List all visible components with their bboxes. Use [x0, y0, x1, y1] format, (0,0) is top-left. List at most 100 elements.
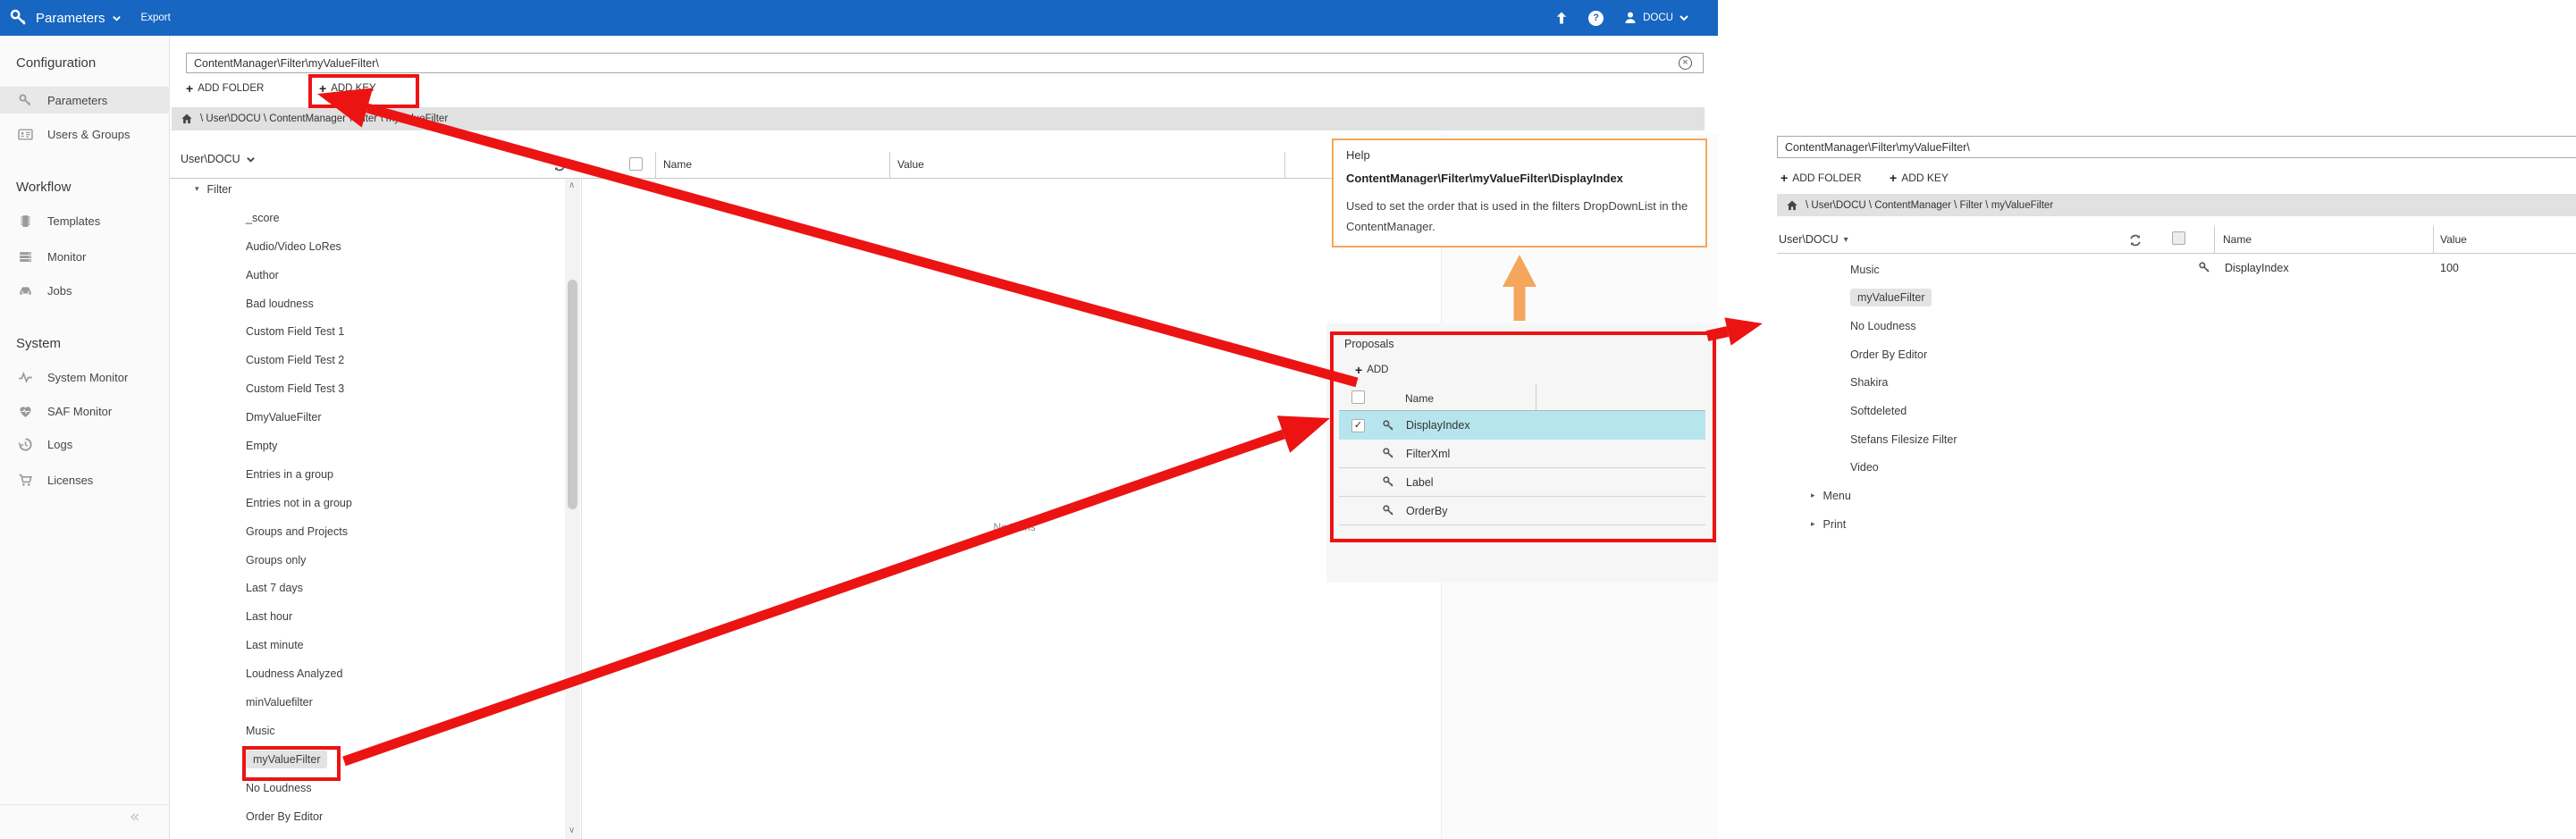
plus-icon: +: [319, 82, 326, 95]
sidebar-item-monitor[interactable]: Monitor: [0, 243, 170, 270]
app-header: Parameters Export ? DOCU: [0, 0, 1718, 36]
tree-item[interactable]: Music: [1777, 256, 2134, 284]
tree-root-dropdown[interactable]: User\DOCU: [181, 153, 256, 165]
tree-scrollbar[interactable]: ∧ ∨: [565, 179, 580, 839]
tree-item[interactable]: Bad loudness: [170, 289, 559, 318]
row-checkbox-checked[interactable]: ✓: [1351, 419, 1365, 432]
tree-root-dropdown[interactable]: User\DOCU ▾: [1779, 233, 1848, 246]
tree-item[interactable]: Order By Editor: [1777, 340, 2134, 369]
scroll-down-icon[interactable]: ∨: [568, 826, 575, 835]
sidebar-item-parameters[interactable]: Parameters: [0, 87, 170, 113]
path-input[interactable]: [1777, 136, 2576, 158]
select-all-checkbox[interactable]: [629, 157, 643, 171]
sidebar-item-jobs[interactable]: Jobs: [0, 277, 170, 304]
sidebar-item-label: Logs: [47, 438, 72, 451]
sidebar-item-saf-monitor[interactable]: SAF Monitor: [0, 398, 170, 424]
column-header-value[interactable]: Value: [897, 158, 924, 171]
tree-item[interactable]: Author: [170, 261, 559, 289]
tree-item[interactable]: Groups and Projects: [170, 517, 559, 546]
user-name: DOCU: [1643, 13, 1673, 23]
sidebar-item-system-monitor[interactable]: System Monitor: [0, 364, 170, 390]
breadcrumb-path[interactable]: \ User\DOCU \ ContentManager \ Filter \ …: [200, 113, 448, 124]
tree-item[interactable]: _score: [170, 204, 559, 232]
tree-item[interactable]: Groups only: [170, 546, 559, 575]
sidebar-item-licenses[interactable]: Licenses: [0, 466, 170, 493]
caret-right-icon[interactable]: ▸: [1811, 491, 1815, 500]
caret-right-icon[interactable]: ▸: [1811, 520, 1815, 529]
user-icon: [1623, 11, 1637, 25]
sidebar-item-users-groups[interactable]: Users & Groups: [0, 121, 170, 147]
upload-arrow-icon[interactable]: [1554, 11, 1569, 25]
tree-item[interactable]: DmyValueFilter: [170, 403, 559, 432]
chevron-down-icon[interactable]: [112, 13, 122, 23]
tree-item[interactable]: Last hour: [170, 602, 559, 631]
user-menu[interactable]: DOCU: [1623, 11, 1689, 25]
tree-item[interactable]: minValuefilter: [170, 688, 559, 717]
help-key-path: ContentManager\Filter\myValueFilter\Disp…: [1346, 172, 1693, 185]
help-panel: Help ContentManager\Filter\myValueFilter…: [1332, 138, 1707, 248]
tree-item[interactable]: Empty: [170, 432, 559, 460]
sidebar-item-templates[interactable]: Templates: [0, 207, 170, 234]
menu-export[interactable]: Export: [141, 13, 171, 23]
column-header-name[interactable]: Name: [663, 158, 692, 171]
refresh-icon[interactable]: [2128, 233, 2142, 248]
tree-item[interactable]: Custom Field Test 1: [170, 317, 559, 346]
tree-item[interactable]: Entries not in a group: [170, 489, 559, 517]
home-icon[interactable]: [181, 113, 193, 125]
column-divider: [2433, 226, 2434, 253]
tree-item-selected[interactable]: myValueFilter: [1777, 284, 2134, 313]
tree-item[interactable]: Custom Field Test 3: [170, 374, 559, 403]
column-divider: [2214, 226, 2215, 253]
tree-item[interactable]: Entries in a group: [170, 460, 559, 489]
plus-icon: +: [186, 82, 193, 95]
key-icon: [18, 93, 33, 108]
tree-item[interactable]: Order By Editor: [170, 802, 559, 831]
key-name: DisplayIndex: [2225, 262, 2289, 274]
column-header-value[interactable]: Value: [2440, 233, 2467, 246]
add-folder-button[interactable]: + ADD FOLDER: [186, 80, 264, 96]
caret-down-icon[interactable]: ▾: [195, 185, 199, 194]
sidebar-collapse-button[interactable]: «: [130, 807, 140, 826]
tree-item[interactable]: No Loudness: [170, 774, 559, 802]
add-key-button[interactable]: + ADD KEY: [319, 80, 376, 96]
tree-item[interactable]: Video: [1777, 453, 2134, 482]
scroll-up-icon[interactable]: ∧: [568, 180, 575, 190]
path-input[interactable]: [186, 53, 1704, 73]
tree-item[interactable]: Last 7 days: [170, 574, 559, 602]
scrollbar-thumb[interactable]: [568, 280, 577, 509]
tree-item-selected[interactable]: myValueFilter: [170, 745, 559, 774]
tree-node-menu[interactable]: ▸ Menu: [1777, 482, 2134, 510]
refresh-icon[interactable]: [552, 158, 567, 172]
proposals-add-button[interactable]: + ADD: [1355, 364, 1388, 376]
sidebar-divider: [0, 804, 170, 805]
proposals-select-all-checkbox[interactable]: [1351, 390, 1365, 404]
breadcrumb-path[interactable]: \ User\DOCU \ ContentManager \ Filter \ …: [1806, 200, 2053, 211]
tree-item[interactable]: Last minute: [170, 631, 559, 659]
sidebar-item-logs[interactable]: Logs: [0, 431, 170, 457]
add-folder-button[interactable]: + ADD FOLDER: [1780, 170, 1862, 185]
tree-item[interactable]: Stefans Filesize Filter: [1777, 425, 2134, 454]
tree-item[interactable]: Music: [170, 717, 559, 745]
proposal-row[interactable]: FilterXml: [1339, 440, 1705, 468]
add-key-button[interactable]: + ADD KEY: [1890, 170, 1949, 185]
home-icon[interactable]: [1786, 199, 1798, 212]
tree-item[interactable]: No Loudness: [1777, 312, 2134, 340]
proposal-row[interactable]: Label: [1339, 468, 1705, 497]
clear-input-icon[interactable]: ×: [1679, 56, 1692, 70]
tree-node-print[interactable]: ▸ Print: [1777, 510, 2134, 539]
proposal-row-selected[interactable]: ✓ DisplayIndex: [1339, 411, 1705, 440]
tree-node-filter[interactable]: ▾ Filter: [170, 175, 559, 204]
column-header-name[interactable]: Name: [2223, 233, 2252, 246]
history-icon: [18, 437, 33, 452]
tree-item[interactable]: Custom Field Test 2: [170, 346, 559, 374]
help-icon[interactable]: ?: [1588, 11, 1604, 26]
tree-item[interactable]: Softdeleted: [1777, 397, 2134, 425]
app-logo-key-icon: [9, 8, 29, 28]
tree-item[interactable]: Shakira: [1777, 369, 2134, 398]
sidebar-item-label: Templates: [47, 214, 100, 228]
tree-item[interactable]: Loudness Analyzed: [170, 659, 559, 688]
select-all-checkbox[interactable]: [2172, 231, 2185, 245]
tree-item[interactable]: Audio/Video LoRes: [170, 232, 559, 261]
proposal-row[interactable]: OrderBy: [1339, 497, 1705, 525]
key-row[interactable]: DisplayIndex 100: [2163, 254, 2576, 281]
